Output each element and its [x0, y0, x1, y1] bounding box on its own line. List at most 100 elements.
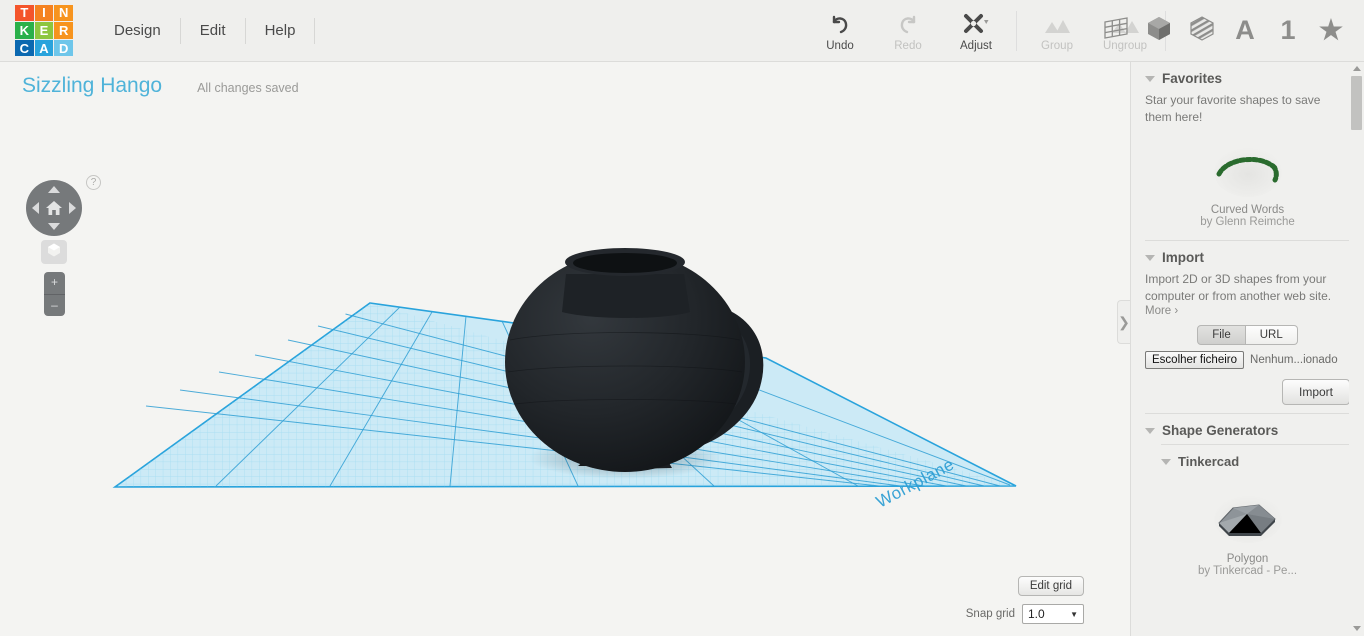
- solid-cube-icon: [1145, 14, 1173, 47]
- text-tool-button[interactable]: A: [1228, 14, 1262, 48]
- polygon-thumbnail: [1203, 487, 1293, 549]
- help-badge[interactable]: ?: [86, 175, 101, 190]
- undo-button[interactable]: Undo: [806, 3, 874, 59]
- home-view-icon[interactable]: [44, 198, 64, 218]
- import-button[interactable]: Import: [1281, 379, 1350, 405]
- workplane-grid: Workplane: [112, 302, 1017, 512]
- menu-item-edit[interactable]: Edit: [181, 16, 245, 46]
- shape-generators-tinkercad-header[interactable]: Tinkercad: [1145, 445, 1350, 475]
- shape-generators-section: Shape Generators Tinkercad Polygon by Ti…: [1131, 414, 1364, 581]
- favorites-header[interactable]: Favorites: [1145, 62, 1350, 92]
- workplane-tool-button[interactable]: [1099, 14, 1133, 48]
- shape-generators-heading: Shape Generators: [1162, 423, 1279, 438]
- number-tool-button[interactable]: 1: [1271, 14, 1305, 48]
- workplane-label: Workplane: [873, 455, 957, 512]
- tinkercad-logo[interactable]: T I N K E R C A D: [15, 4, 73, 57]
- toolbar-divider: [1016, 10, 1017, 51]
- favorites-heading: Favorites: [1162, 71, 1223, 86]
- menu-item-design[interactable]: Design: [95, 16, 180, 46]
- polygon-shape-card[interactable]: Polygon by Tinkercad - Pe...: [1145, 475, 1350, 581]
- import-tab-url[interactable]: URL: [1245, 325, 1298, 345]
- import-header[interactable]: Import: [1145, 241, 1350, 271]
- import-heading: Import: [1162, 250, 1204, 265]
- text-tool-icon: A: [1235, 15, 1255, 45]
- edit-grid-button[interactable]: Edit grid: [1017, 576, 1084, 596]
- project-title[interactable]: Sizzling Hango: [22, 74, 162, 98]
- panel-collapse-handle[interactable]: ❯: [1117, 300, 1130, 344]
- import-section: Import Import 2D or 3D shapes from your …: [1131, 241, 1364, 405]
- nav-right-arrow-icon[interactable]: [69, 202, 76, 214]
- project-header: Sizzling Hango All changes saved: [22, 74, 299, 98]
- group-button[interactable]: Group: [1023, 3, 1091, 59]
- zoom-in-button[interactable]: +: [44, 272, 65, 295]
- save-status: All changes saved: [197, 81, 299, 95]
- nav-left-arrow-icon[interactable]: [32, 202, 39, 214]
- logo-tile: D: [54, 39, 73, 57]
- file-chooser-row: Escolher ficheiro Nenhum...ionado: [1145, 351, 1350, 369]
- logo-tile: E: [34, 22, 54, 39]
- favorites-description: Star your favorite shapes to save them h…: [1145, 93, 1321, 124]
- adjust-label: Adjust: [960, 39, 992, 52]
- hole-shape-button[interactable]: [1185, 14, 1219, 48]
- import-action-row: Import: [1145, 379, 1350, 405]
- choose-file-button[interactable]: Escolher ficheiro: [1145, 351, 1245, 369]
- import-more-link[interactable]: More ›: [1145, 305, 1350, 317]
- hole-cube-icon: [1188, 14, 1216, 47]
- menu-item-help[interactable]: Help: [246, 16, 315, 46]
- favorites-shape-card[interactable]: Curved Words by Glenn Reimche: [1145, 126, 1350, 232]
- chevron-down-icon: [1145, 75, 1155, 82]
- undo-label: Undo: [826, 39, 854, 52]
- group-icon: [1042, 10, 1072, 36]
- undo-icon: [828, 10, 852, 36]
- shape-toolbar: A 1 ★: [1099, 0, 1356, 61]
- favorites-star-icon: ★: [1318, 15, 1344, 45]
- design-canvas[interactable]: Workplane Sizzling Hango All changes sav…: [0, 62, 1130, 636]
- polygon-shape-name: Polygon: [1226, 553, 1269, 565]
- shapes-panel: Favorites Star your favorite shapes to s…: [1130, 62, 1364, 636]
- scroll-up-arrow-icon[interactable]: [1353, 66, 1361, 71]
- model-shadow: [529, 437, 721, 479]
- workplane-scene: Workplane: [112, 248, 1017, 512]
- fit-cube-icon: [46, 242, 62, 263]
- chevron-down-icon: ▼: [1070, 609, 1078, 619]
- chosen-file-status: Nenhum...ionado: [1250, 354, 1338, 366]
- favorites-shape-name: Curved Words: [1210, 204, 1285, 216]
- cauldron-model: [505, 248, 764, 472]
- number-tool-icon: 1: [1280, 15, 1296, 45]
- scroll-down-arrow-icon[interactable]: [1353, 626, 1361, 631]
- redo-icon: [896, 10, 920, 36]
- snap-grid-select[interactable]: 1.0 ▼: [1022, 604, 1084, 624]
- view-navigation-pad[interactable]: [26, 180, 82, 236]
- adjust-button[interactable]: Adjust: [942, 3, 1010, 59]
- fit-view-button[interactable]: [41, 240, 67, 264]
- redo-label: Redo: [894, 39, 922, 52]
- shape-generators-header[interactable]: Shape Generators: [1145, 414, 1350, 444]
- top-bar: T I N K E R C A D Design Edit Help Undo …: [0, 0, 1364, 62]
- workplane-icon: [1101, 14, 1131, 47]
- zoom-out-button[interactable]: –: [44, 295, 65, 317]
- snap-grid-label: Snap grid: [965, 608, 1015, 620]
- chevron-down-icon: [1161, 458, 1171, 465]
- import-description: Import 2D or 3D shapes from your compute…: [1145, 272, 1332, 303]
- favorites-section: Favorites Star your favorite shapes to s…: [1131, 62, 1364, 232]
- solid-shape-button[interactable]: [1142, 14, 1176, 48]
- logo-tile: T: [15, 4, 34, 22]
- menu-divider: [314, 17, 316, 44]
- nav-down-arrow-icon[interactable]: [48, 223, 60, 230]
- adjust-icon: [961, 10, 991, 36]
- logo-tile: R: [54, 22, 73, 39]
- import-tab-file[interactable]: File: [1197, 325, 1246, 345]
- snap-grid-value: 1.0: [1028, 607, 1045, 621]
- scrollbar-thumb[interactable]: [1351, 76, 1362, 130]
- polygon-shape-author: by Tinkercad - Pe...: [1197, 565, 1298, 577]
- favorites-star-button[interactable]: ★: [1314, 14, 1348, 48]
- tinkercad-app: T I N K E R C A D Design Edit Help Undo …: [0, 0, 1364, 636]
- nav-up-arrow-icon[interactable]: [48, 186, 60, 193]
- redo-button[interactable]: Redo: [874, 3, 942, 59]
- snap-grid-control: Snap grid 1.0 ▼: [966, 604, 1084, 624]
- chevron-down-icon: [1145, 254, 1155, 261]
- panel-scrollbar[interactable]: [1349, 62, 1364, 636]
- import-source-tabs: File URL: [1145, 325, 1350, 345]
- chevron-down-icon: [1145, 427, 1155, 434]
- zoom-controls[interactable]: + –: [44, 272, 65, 316]
